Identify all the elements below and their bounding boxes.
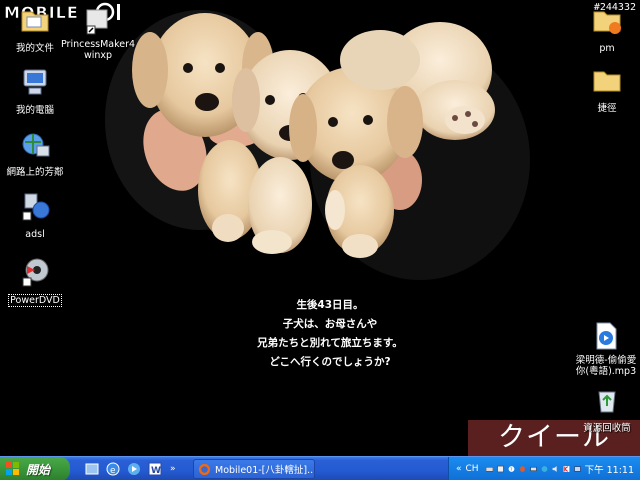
show-desktop-icon[interactable] (84, 461, 100, 477)
keyboard-icon[interactable] (485, 463, 493, 475)
network-connection-icon (22, 193, 50, 221)
messenger-icon[interactable] (541, 463, 548, 475)
quick-launch-more[interactable]: » (170, 464, 176, 474)
tray-expand[interactable]: « (456, 464, 462, 474)
desktop-icon-pm-folder[interactable]: pm (572, 4, 640, 55)
svg-text:W: W (151, 466, 161, 476)
desktop-icon-label: 資源回收筒 (583, 423, 631, 434)
folder-icon (593, 71, 621, 92)
computer-icon (23, 69, 47, 95)
taskbar-window-button[interactable]: Mobile01-[八卦轄扯]... (193, 459, 315, 479)
desktop-icon-label: 我的文件 (15, 43, 54, 54)
media-player-icon[interactable] (126, 461, 142, 477)
shortcut-icon (86, 9, 108, 35)
internet-explorer-icon[interactable]: e (105, 461, 121, 477)
security-icon[interactable] (519, 463, 526, 475)
task-label: Mobile01-[八卦轄扯]... (215, 465, 315, 476)
caption-line: 子犬は、お母さんや (282, 318, 378, 330)
desktop-icon-adsl[interactable]: adsl (0, 190, 70, 241)
desktop-icon-label: PowerDVD (8, 294, 62, 307)
desktop-icon-label: 梁明德-偷偷愛 你(粵語).mp3 (575, 355, 637, 377)
clock[interactable]: 下午 11:11 (585, 462, 634, 476)
quick-launch: e W » (84, 460, 176, 478)
firefox-icon (198, 463, 211, 475)
network-tray-icon[interactable] (529, 463, 537, 475)
language-indicator[interactable]: CH (466, 464, 479, 474)
word-icon[interactable]: W (147, 461, 163, 477)
desktop-icon-shortcut-folder[interactable]: 捷徑 (572, 64, 640, 115)
start-button[interactable]: 開始 (0, 457, 70, 480)
folder-icon (593, 11, 621, 34)
help-icon[interactable]: ? (508, 463, 515, 475)
desktop-icon-label: 網路上的芳鄰 (6, 167, 64, 178)
antivirus-icon[interactable] (563, 463, 570, 475)
caption-line: どこへ行くのでしょうか? (269, 356, 391, 368)
powerdvd-icon (22, 258, 49, 287)
caption-line: 兄弟たちと別れて旅立ちます。 (257, 337, 403, 349)
desktop-icon-network[interactable]: 網路上的芳鄰 (0, 128, 70, 179)
wallpaper-caption: 生後43日目。 子犬は、お母さんや 兄弟たちと別れて旅立ちます。 どこへ行くので… (200, 296, 460, 372)
system-tray: « CH ? 下午 11:11 (448, 457, 640, 480)
volume-icon[interactable] (552, 463, 559, 475)
recycle-bin-icon (598, 391, 616, 413)
desktop-icon-label: PrincessMaker4 winxp (61, 39, 136, 61)
desktop-icon-label: pm (599, 43, 615, 54)
svg-text:e: e (110, 466, 116, 476)
desktop-icon-mp3-file[interactable]: 梁明德-偷偷愛 你(粵語).mp3 (568, 320, 640, 378)
windows-logo-icon (6, 462, 19, 475)
desktop-icon-recycle-bin[interactable]: 資源回收筒 (572, 384, 640, 435)
taskbar: 開始 e W » Mobile01-[八卦轄扯]... « CH ? 下午 11… (0, 456, 640, 480)
start-label: 開始 (26, 462, 51, 477)
desktop-icon-princessmaker[interactable]: PrincessMaker4 winxp (60, 4, 136, 62)
tray-app-icon[interactable] (573, 463, 581, 475)
folder-documents-icon (21, 11, 49, 32)
desktop-icon-my-computer[interactable]: 我的電腦 (0, 66, 70, 117)
caption-line: 生後43日目。 (296, 299, 364, 311)
desktop-icon-label: 捷徑 (597, 103, 617, 114)
desktop-icon-label: adsl (25, 229, 45, 240)
mp3-file-icon (596, 322, 617, 350)
desktop-icon-label: 我的電腦 (15, 105, 54, 116)
ime-icon[interactable] (496, 463, 504, 475)
network-icon (22, 133, 50, 157)
desktop-wallpaper: 生後43日目。 子犬は、お母さんや 兄弟たちと別れて旅立ちます。 どこへ行くので… (0, 0, 640, 456)
desktop-icon-powerdvd[interactable]: PowerDVD (0, 256, 70, 307)
puppies-photo (105, 10, 530, 280)
